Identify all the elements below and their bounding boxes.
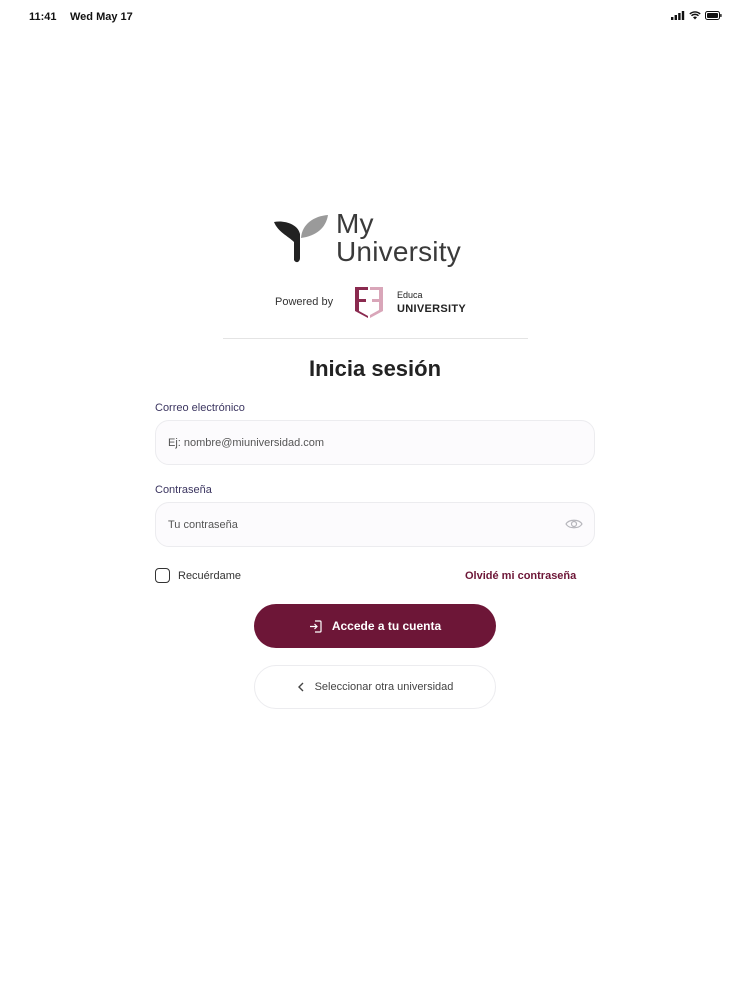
status-bar: 11:41 Wed May 17 [0, 0, 750, 34]
signal-icon [671, 11, 685, 20]
chevron-left-icon [297, 682, 304, 692]
email-label: Correo electrónico [155, 402, 245, 414]
educa-shield-icon [355, 287, 383, 318]
logo-line-1: My [336, 208, 374, 239]
password-field[interactable] [155, 502, 595, 547]
login-icon [309, 619, 322, 633]
login-button[interactable]: Accede a tu cuenta [254, 604, 496, 648]
my-university-logo: My University [272, 210, 482, 272]
email-field[interactable] [155, 420, 595, 465]
divider [223, 338, 528, 339]
battery-icon [705, 11, 722, 20]
status-time: 11:41 [29, 11, 57, 23]
logo-line-2: University [336, 236, 461, 267]
select-university-button[interactable]: Seleccionar otra universidad [254, 665, 496, 709]
status-date: Wed May 17 [70, 11, 133, 23]
eye-icon[interactable] [565, 517, 583, 531]
password-label: Contraseña [155, 484, 212, 496]
partner-name-big: UNIVERSITY [397, 303, 467, 315]
remember-label: Recuérdame [178, 569, 241, 582]
partner-name-small: Educa [397, 290, 423, 300]
forgot-password-link[interactable]: Olvidé mi contraseña [465, 570, 576, 582]
page-title: Inicia sesión [308, 356, 442, 381]
logo-wordmark: My University [336, 210, 461, 266]
select-university-label: Seleccionar otra universidad [314, 681, 454, 693]
remember-me[interactable]: Recuérdame [155, 568, 241, 583]
powered-by: Powered by Educa UNIVERSITY [275, 285, 475, 319]
wifi-icon [689, 11, 701, 20]
status-icons [671, 11, 722, 20]
powered-by-label: Powered by [275, 296, 334, 308]
login-button-label: Accede a tu cuenta [331, 619, 442, 633]
sprout-logo-icon [274, 215, 328, 263]
remember-checkbox[interactable] [155, 568, 170, 583]
